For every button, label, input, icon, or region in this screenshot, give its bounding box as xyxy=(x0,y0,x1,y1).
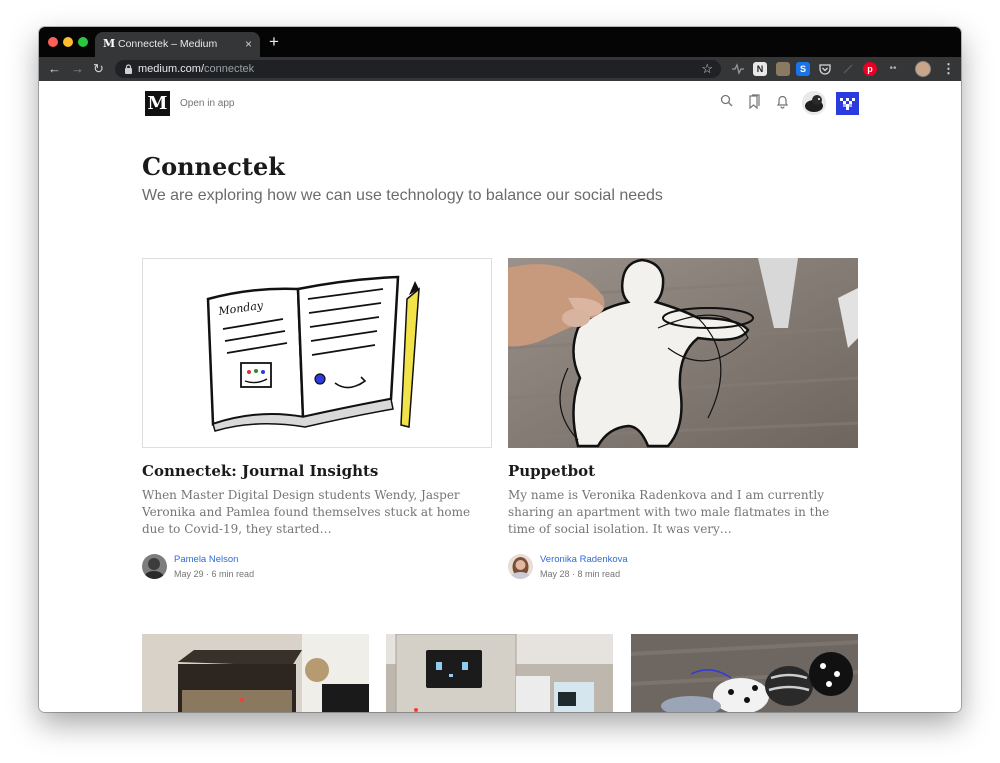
post-title[interactable]: Puppetbot xyxy=(508,462,595,480)
journal-sketch-image: Monday xyxy=(206,275,420,432)
user-avatar-image xyxy=(802,91,826,115)
open-in-app-link[interactable]: Open in app xyxy=(180,98,235,109)
url-path: connectek xyxy=(204,63,255,75)
publication-icon[interactable] xyxy=(836,92,859,115)
sheets-icon[interactable]: S xyxy=(796,62,810,76)
bookmarks-icon[interactable] xyxy=(748,94,761,109)
menu-icon[interactable]: ⋮ xyxy=(942,60,955,78)
arrow-icon[interactable] xyxy=(841,62,855,76)
activity-icon[interactable] xyxy=(731,62,745,76)
post-excerpt[interactable]: My name is Veronika Radenkova and I am c… xyxy=(508,487,858,538)
url-domain: medium.com/ xyxy=(138,63,205,75)
profile-avatar[interactable] xyxy=(915,61,931,77)
page-content: M Open in app Connectek We are exploring… xyxy=(39,81,961,712)
close-window-button[interactable] xyxy=(48,37,58,47)
post-date: May 29 xyxy=(174,569,204,579)
back-button[interactable]: ← xyxy=(48,60,61,78)
post-excerpt[interactable]: When Master Digital Design students Wend… xyxy=(142,487,492,538)
tab-title: Connectek – Medium xyxy=(118,38,218,50)
zoom-window-button[interactable] xyxy=(78,37,88,47)
author-avatar[interactable] xyxy=(142,554,167,579)
author-name-link[interactable]: Pamela Nelson xyxy=(174,554,238,565)
post-image-plush[interactable] xyxy=(631,634,858,712)
author-avatar-image xyxy=(508,554,533,579)
bell-icon[interactable] xyxy=(776,94,789,109)
pinterest-icon[interactable]: p xyxy=(863,62,877,76)
post-date: May 28 xyxy=(540,569,570,579)
clipper-icon[interactable] xyxy=(776,62,790,76)
meta-separator: · xyxy=(206,569,210,579)
bookmark-star-icon[interactable]: ☆ xyxy=(701,61,713,77)
notion-icon[interactable]: N xyxy=(753,62,767,76)
address-bar[interactable]: medium.com/connectek ☆ xyxy=(115,60,721,78)
medium-favicon-icon: M xyxy=(103,37,116,50)
tab-strip: M Connectek – Medium × + xyxy=(39,27,961,57)
minimize-window-button[interactable] xyxy=(63,37,73,47)
medium-logo[interactable]: M xyxy=(145,91,170,116)
meta-separator: · xyxy=(572,569,576,579)
publication-title: Connectek xyxy=(142,152,285,181)
post-image-robot[interactable] xyxy=(386,634,613,712)
read-time: 6 min read xyxy=(211,569,255,579)
box-photo-image xyxy=(142,634,369,712)
author-name-link[interactable]: Veronika Radenkova xyxy=(540,554,628,565)
browser-toolbar: ← → ↻ medium.com/connectek ☆ N S p •• ⋮ xyxy=(39,57,961,81)
post-title[interactable]: Connectek: Journal Insights xyxy=(142,462,378,480)
url-text: medium.com/connectek xyxy=(138,63,254,75)
author-avatar[interactable] xyxy=(508,554,533,579)
post-image-puppetbot[interactable] xyxy=(508,258,858,448)
tab-close-icon[interactable]: × xyxy=(245,37,252,51)
robot-photo-image xyxy=(386,634,613,712)
browser-tab[interactable]: M Connectek – Medium × xyxy=(95,32,260,57)
publication-description: We are exploring how we can use technolo… xyxy=(142,187,663,204)
post-image-box[interactable] xyxy=(142,634,369,712)
pocket-icon[interactable] xyxy=(818,62,832,76)
lock-icon xyxy=(125,64,132,74)
plush-photo-image xyxy=(631,634,858,712)
browser-window: M Connectek – Medium × + ← → ↻ medium.co… xyxy=(39,27,961,712)
post-meta: May 28 · 8 min read xyxy=(540,569,620,579)
reload-button[interactable]: ↻ xyxy=(93,60,104,78)
author-avatar-image xyxy=(142,554,167,579)
new-tab-button[interactable]: + xyxy=(269,32,279,52)
forward-button[interactable]: → xyxy=(71,60,84,78)
search-icon[interactable] xyxy=(720,94,733,107)
post-meta: May 29 · 6 min read xyxy=(174,569,254,579)
puppet-photo-image xyxy=(508,258,858,448)
user-avatar[interactable] xyxy=(802,91,826,115)
publication-logo-icon xyxy=(840,98,855,110)
post-image-journal[interactable]: Monday xyxy=(142,258,492,448)
read-time: 8 min read xyxy=(577,569,621,579)
dots-icon[interactable]: •• xyxy=(886,62,900,76)
